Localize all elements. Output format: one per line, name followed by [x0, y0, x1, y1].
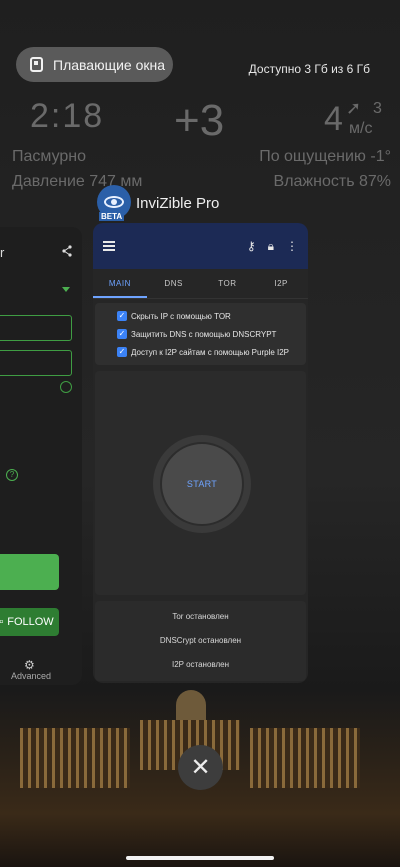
tab-main[interactable]: MAIN — [93, 269, 147, 298]
more-vert-icon[interactable]: ⋮ — [286, 239, 298, 253]
checkbox-checked-icon[interactable]: ✓ — [117, 329, 127, 339]
start-panel: START — [95, 371, 306, 595]
primary-button[interactable] — [0, 554, 59, 590]
home-indicator[interactable] — [126, 856, 274, 860]
status-i2p: I2P остановлен — [171, 660, 230, 669]
start-label: START — [160, 442, 244, 526]
storage-info: Доступно 3 Гб из 6 Гб — [248, 62, 370, 76]
option-label: Защитить DNS с помощью DNSCRYPT — [131, 329, 277, 339]
weather-temperature: +3 — [174, 96, 225, 145]
follow-button[interactable]: ▫ FOLLOW — [0, 608, 59, 636]
wind-value: 3 — [373, 100, 382, 117]
status-tor: Tor остановлен — [172, 612, 229, 621]
app-title: InviZible Pro — [136, 195, 220, 212]
help-icon[interactable]: ? — [6, 469, 18, 481]
invizible-eye-icon[interactable]: BETA — [97, 185, 131, 221]
option-label: Скрыть IP с помощью TOR — [131, 311, 231, 321]
weather-humidity: Влажность 87% — [273, 173, 391, 190]
weather-feels-like: По ощущению -1° — [259, 148, 391, 165]
option-protect-dns[interactable]: ✓ Защитить DNS с помощью DNSCRYPT — [95, 325, 306, 343]
radio-button[interactable] — [60, 381, 72, 393]
partial-title: r — [0, 245, 5, 260]
wind-unit: м/с — [349, 120, 373, 137]
option-hide-ip[interactable]: ✓ Скрыть IP с помощью TOR — [95, 307, 306, 325]
options-panel: ✓ Скрыть IP с помощью TOR ✓ Защитить DNS… — [95, 303, 306, 365]
start-button[interactable]: START — [153, 435, 251, 533]
follow-label: FOLLOW — [7, 616, 54, 628]
floating-window-icon — [30, 57, 43, 72]
close-icon: ✕ — [190, 754, 211, 781]
checkbox-checked-icon[interactable]: ✓ — [117, 311, 127, 321]
status-dnscrypt: DNSCrypt остановлен — [159, 636, 242, 645]
share-icon[interactable] — [62, 245, 72, 257]
tab-tor[interactable]: TOR — [201, 269, 255, 298]
menu-icon[interactable] — [103, 241, 115, 251]
settings-gear-icon[interactable]: ⚙ — [24, 658, 35, 672]
weather-time: 2:18 — [30, 97, 105, 135]
key-icon[interactable]: ⚷ — [247, 239, 256, 253]
floating-windows-label: Плавающие окна — [53, 56, 166, 73]
follow-icon: ▫ — [0, 616, 4, 628]
weather-degree: 4 — [324, 100, 343, 138]
floating-windows-button[interactable]: Плавающие окна — [16, 47, 173, 82]
invizible-app-card[interactable]: ⚷ 🔒︎ ⋮ MAIN DNS TOR I2P ✓ Скрыть IP с по… — [93, 223, 308, 683]
tab-i2p[interactable]: I2P — [254, 269, 308, 298]
checkbox-checked-icon[interactable]: ✓ — [117, 347, 127, 357]
dropdown-arrow-icon[interactable] — [62, 287, 70, 292]
advanced-label: Advanced — [11, 671, 52, 681]
previous-app-card[interactable]: r ? ▫ FOLLOW ⚙ Advanced — [0, 227, 82, 685]
input-field[interactable] — [0, 350, 72, 376]
tab-bar: MAIN DNS TOR I2P — [93, 269, 308, 299]
input-field[interactable] — [0, 315, 72, 341]
status-panel: Tor остановлен DNSCrypt остановлен I2P о… — [95, 601, 306, 681]
close-all-button[interactable]: ✕ — [178, 745, 223, 790]
weather-condition: Пасмурно — [12, 148, 87, 165]
tab-dns[interactable]: DNS — [147, 269, 201, 298]
app-toolbar: ⚷ 🔒︎ ⋮ — [93, 223, 308, 269]
lock-icon[interactable]: 🔒︎ — [268, 239, 274, 254]
option-label: Доступ к I2P сайтам с помощью Purple I2P — [131, 347, 290, 357]
option-i2p-access[interactable]: ✓ Доступ к I2P сайтам с помощью Purple I… — [95, 343, 306, 361]
beta-badge: BETA — [99, 212, 125, 221]
wind-arrow-icon: ➚ — [346, 98, 362, 118]
